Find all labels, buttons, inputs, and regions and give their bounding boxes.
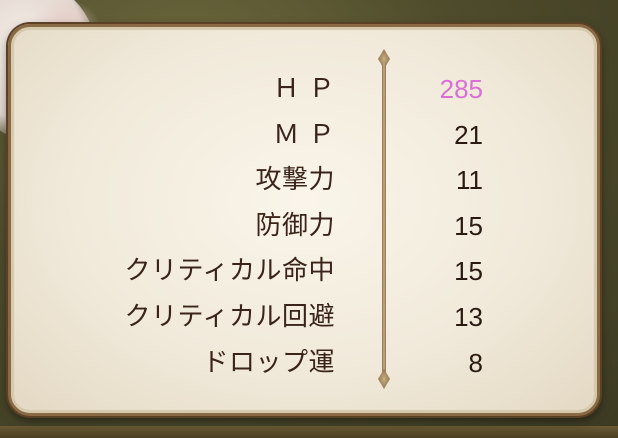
stat-value: 15 [454,256,483,287]
stat-value: 8 [468,347,483,378]
status-panel: Ｈ Ｐ 285 Ｍ Ｐ 21 攻撃力 11 防御力 15 クリティカル命中 15… [8,24,600,416]
stat-label: クリティカル回避 [124,301,335,332]
stat-label: ドロップ運 [202,347,335,378]
stat-label: 攻撃力 [255,165,335,196]
stat-row-hp: Ｈ Ｐ 285 [11,73,597,119]
stat-row-mp: Ｍ Ｐ 21 [11,119,597,165]
stat-label: 防御力 [255,210,335,241]
stat-value: 11 [456,165,483,196]
bottom-ornament [0,426,618,438]
stat-row-attack: 攻撃力 11 [11,164,597,210]
stat-row-critical-hit: クリティカル命中 15 [11,255,597,301]
stat-row-critical-evade: クリティカル回避 13 [11,301,597,347]
stat-row-drop-luck: ドロップ運 8 [11,347,597,393]
stat-value: 15 [454,210,483,241]
stat-value: 21 [454,119,483,150]
stat-label: Ｍ Ｐ [273,119,335,150]
stat-value: 285 [439,74,483,104]
stat-row-defense: 防御力 15 [11,210,597,256]
stat-label: クリティカル命中 [124,256,335,287]
stat-label: Ｈ Ｐ [273,74,335,104]
stat-value: 13 [454,301,483,332]
stats-list: Ｈ Ｐ 285 Ｍ Ｐ 21 攻撃力 11 防御力 15 クリティカル命中 15… [11,73,597,392]
